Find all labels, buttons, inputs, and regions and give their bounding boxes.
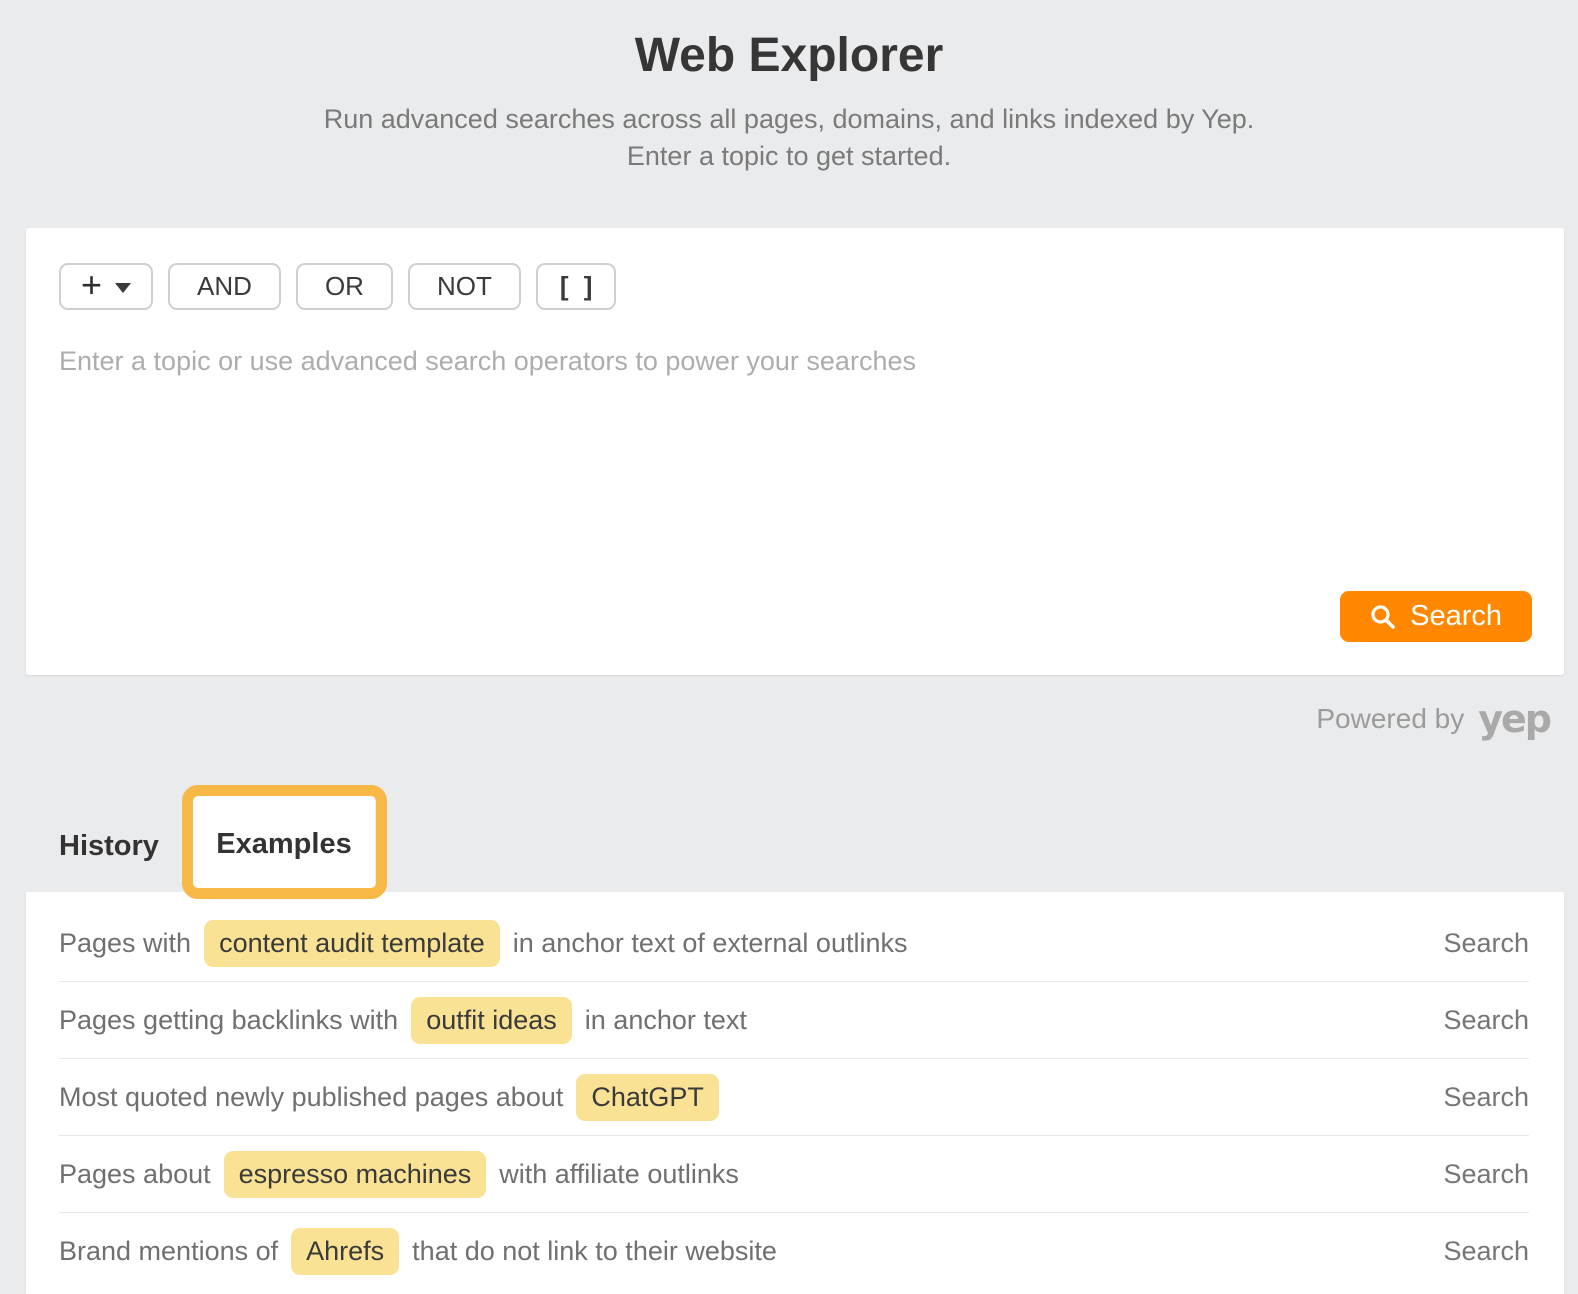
operator-and-button[interactable]: AND (168, 263, 281, 310)
example-search-link[interactable]: Search (1443, 1236, 1529, 1267)
example-highlight: outfit ideas (411, 996, 572, 1044)
example-suffix: in anchor text (584, 1004, 747, 1035)
page-subtitle: Run advanced searches across all pages, … (0, 101, 1578, 175)
example-prefix: Brand mentions of (59, 1236, 279, 1266)
operator-or-button[interactable]: OR (295, 263, 393, 310)
page-title: Web Explorer (634, 29, 944, 82)
query-builder-panel: + AND OR NOT [ ] Search (26, 228, 1564, 675)
example-row: Most quoted newly published pages about … (59, 1059, 1529, 1136)
example-search-link[interactable]: Search (1443, 1159, 1529, 1190)
example-suffix: with affiliate outlinks (499, 1158, 739, 1189)
example-suffix: in anchor text of external outlinks (512, 927, 908, 958)
tab-history[interactable]: History (59, 830, 159, 863)
example-prefix: Pages getting backlinks with (59, 1004, 399, 1035)
powered-by: Powered by yep (1316, 697, 1552, 741)
search-button[interactable]: Search (1340, 591, 1532, 642)
example-highlight: Ahrefs (291, 1228, 400, 1275)
example-search-link[interactable]: Search (1443, 1082, 1529, 1113)
example-prefix: Most quoted newly published pages about (59, 1081, 564, 1112)
example-highlight: content audit template (204, 919, 500, 967)
example-prefix: Pages with (59, 927, 192, 958)
operator-brackets-button[interactable]: [ ] (535, 263, 617, 310)
example-search-link[interactable]: Search (1443, 1005, 1529, 1036)
example-row: Pages getting backlinks with outfit idea… (59, 982, 1529, 1059)
example-highlight: ChatGPT (576, 1073, 719, 1121)
example-search-link[interactable]: Search (1443, 928, 1529, 959)
example-row: Pages with content audit template in anc… (59, 905, 1529, 982)
web-explorer-page: Web Explorer Run advanced searches acros… (0, 0, 1578, 1294)
example-suffix: that do not link to their website (412, 1236, 777, 1266)
search-button-label: Search (1410, 600, 1502, 632)
search-icon (1371, 604, 1395, 629)
page-header: Web Explorer Run advanced searches acros… (0, 28, 1578, 175)
example-row: Pages about espresso machines with affil… (59, 1136, 1529, 1213)
examples-list-panel: Pages with content audit template in anc… (26, 892, 1564, 1294)
example-row: Brand mentions of Ahrefs that do not lin… (59, 1213, 1529, 1290)
operator-toolbar: + AND OR NOT [ ] (59, 263, 617, 310)
query-input[interactable] (59, 346, 1531, 586)
powered-by-text: Powered by (1316, 703, 1465, 734)
yep-logo: yep (1478, 697, 1552, 741)
add-operator-button[interactable]: + (59, 263, 154, 310)
chevron-down-icon (115, 283, 132, 293)
plus-icon: + (81, 263, 103, 305)
subtitle-line-1: Run advanced searches across all pages, … (323, 104, 1255, 134)
tab-examples[interactable]: Examples (193, 796, 375, 892)
example-prefix: Pages about (59, 1158, 211, 1189)
subtitle-line-2: Enter a topic to get started. (626, 141, 952, 171)
example-highlight: espresso machines (223, 1150, 487, 1198)
operator-not-button[interactable]: NOT (407, 263, 521, 310)
